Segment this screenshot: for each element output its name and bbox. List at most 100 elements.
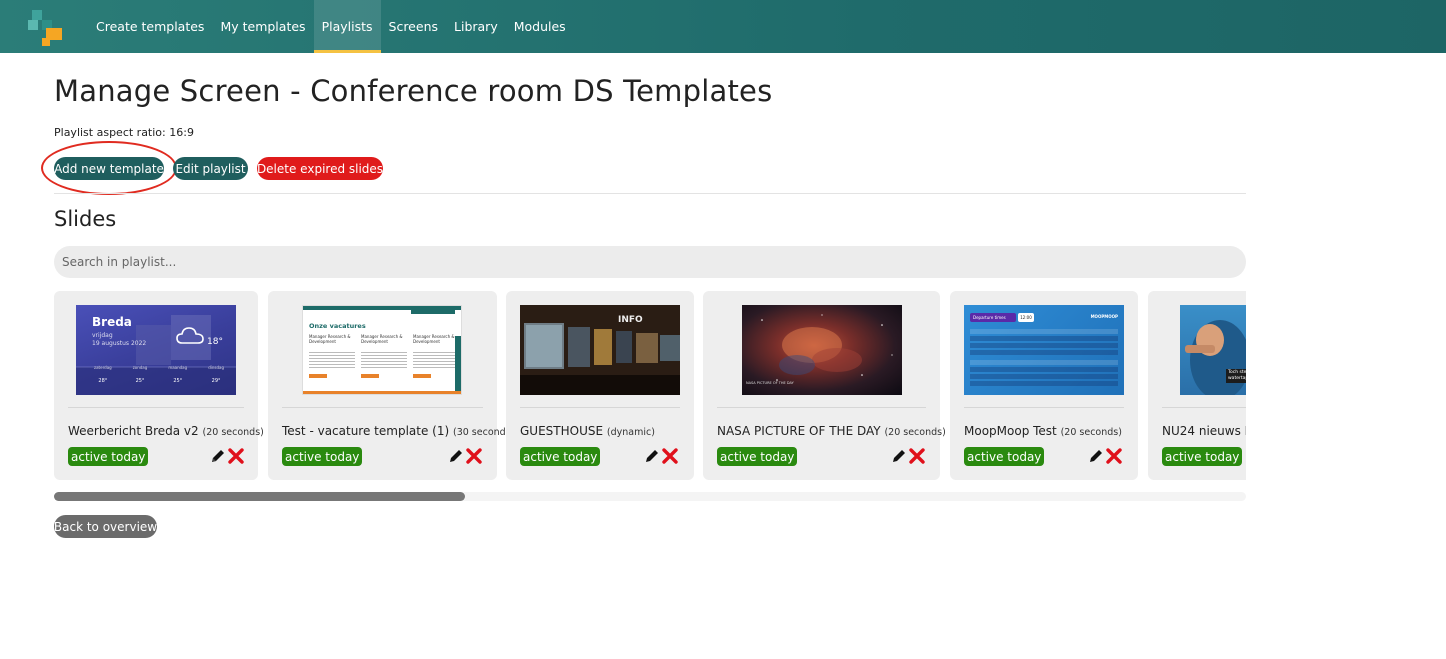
cloud-icon bbox=[176, 325, 204, 349]
slide-name: Weerbericht Breda v2 bbox=[68, 424, 199, 438]
thumb-info-sign: INFO bbox=[618, 315, 643, 325]
thumb-side-bar bbox=[455, 336, 461, 394]
card-divider bbox=[68, 407, 244, 408]
slide-title: MoopMoop Test (20 seconds) bbox=[964, 424, 1122, 438]
vacancy-column: Manager Research & Development bbox=[309, 334, 355, 378]
slide-card[interactable]: Breda vrijdag 19 augustus 2022 18° zater… bbox=[54, 291, 264, 480]
status-badge: active today bbox=[964, 447, 1045, 466]
slide-card[interactable]: Departure times 12:00 MOOPMOOP MoopMoop … bbox=[950, 291, 1138, 480]
thumb-brand: MOOPMOOP bbox=[1090, 314, 1118, 319]
forecast-day: zondag 25° bbox=[133, 365, 148, 384]
edit-playlist-button[interactable]: Edit playlist bbox=[173, 157, 248, 180]
forecast-day-temp: 25° bbox=[135, 378, 145, 384]
red-x-icon[interactable] bbox=[228, 447, 244, 465]
forecast-day-temp: 25° bbox=[173, 378, 183, 384]
forecast-day-temp: 28° bbox=[98, 378, 108, 384]
main-nav: Create templates My templates Playlists … bbox=[88, 0, 574, 53]
slide-duration: (dynamic) bbox=[606, 427, 655, 438]
forecast-day: dinsdag 29° bbox=[208, 365, 224, 384]
slide-card[interactable]: Toch steeds watertappunt NU24 nieuws D a… bbox=[1148, 291, 1246, 480]
aspect-ratio-label: Playlist aspect ratio: 16:9 bbox=[54, 126, 194, 139]
slide-duration: (20 seconds) bbox=[884, 427, 946, 438]
card-divider bbox=[964, 407, 1124, 408]
weather-temperature: 18° bbox=[207, 337, 223, 347]
section-divider bbox=[54, 193, 1246, 194]
slide-card[interactable]: INFO GUESTHOUSE (dynamic) active today bbox=[506, 291, 694, 480]
slide-duration: (20 seconds) bbox=[202, 427, 264, 438]
pencil-icon[interactable] bbox=[891, 447, 907, 465]
slide-title: NASA PICTURE OF THE DAY (20 seconds) bbox=[717, 424, 946, 438]
slide-title: NU24 nieuws D bbox=[1162, 424, 1246, 438]
nav-library[interactable]: Library bbox=[446, 0, 506, 53]
slides-heading: Slides bbox=[54, 207, 117, 231]
red-x-icon[interactable] bbox=[909, 447, 925, 465]
thumb-caption: Toch steeds watertappunt bbox=[1226, 369, 1246, 383]
slide-thumbnail[interactable]: Onze vacatures Manager Research & Develo… bbox=[302, 305, 462, 395]
vacancy-columns: Manager Research & Development Manager R… bbox=[309, 334, 459, 378]
slide-title: Test - vacature template (1) (30 seconds… bbox=[282, 424, 514, 438]
thumb-departure-header: Departure times bbox=[970, 313, 1016, 322]
thumb-time: 12:00 bbox=[1018, 313, 1034, 322]
thumb-contact-bar bbox=[411, 306, 455, 314]
forecast-day-label: zondag bbox=[132, 365, 148, 370]
slide-name: NU24 nieuws D bbox=[1162, 424, 1246, 438]
slide-card[interactable]: Onze vacatures Manager Research & Develo… bbox=[268, 291, 514, 480]
status-badge: active today bbox=[717, 447, 798, 466]
pencil-icon[interactable] bbox=[1088, 447, 1104, 465]
nav-create-templates[interactable]: Create templates bbox=[88, 0, 212, 53]
back-to-overview-button[interactable]: Back to overview bbox=[54, 515, 157, 538]
slide-card[interactable]: NASA PICTURE OF THE DAY NASA PICTURE OF … bbox=[703, 291, 946, 480]
red-x-icon[interactable] bbox=[466, 447, 482, 465]
slide-thumbnail[interactable]: NASA PICTURE OF THE DAY bbox=[742, 305, 902, 395]
top-nav-bar: Create templates My templates Playlists … bbox=[0, 0, 1446, 53]
forecast-day-label: dinsdag bbox=[208, 365, 224, 370]
status-badge: active today bbox=[282, 447, 363, 466]
forecast-day: maandag 25° bbox=[168, 365, 187, 384]
weather-forecast: zaterdag 28° zondag 25° maandag 25° dins… bbox=[94, 365, 224, 384]
status-badge: active today bbox=[1162, 447, 1243, 466]
vacancy-title: Manager Research & Development bbox=[309, 334, 351, 344]
nav-modules[interactable]: Modules bbox=[506, 0, 574, 53]
app-logo[interactable] bbox=[28, 8, 66, 46]
pencil-icon[interactable] bbox=[448, 447, 464, 465]
red-x-icon[interactable] bbox=[1106, 447, 1122, 465]
thumb-caption: NASA PICTURE OF THE DAY bbox=[746, 381, 794, 385]
slide-thumbnail[interactable]: Breda vrijdag 19 augustus 2022 18° zater… bbox=[76, 305, 236, 395]
slide-thumbnail[interactable]: Toch steeds watertappunt bbox=[1180, 305, 1246, 395]
card-divider bbox=[520, 407, 680, 408]
status-badge: active today bbox=[68, 447, 149, 466]
weather-date: 19 augustus 2022 bbox=[92, 340, 147, 347]
thumb-footer-bar bbox=[303, 391, 461, 394]
pencil-icon[interactable] bbox=[210, 447, 226, 465]
thumb-heading: Onze vacatures bbox=[309, 322, 366, 330]
carousel-scrollbar-thumb[interactable] bbox=[54, 492, 465, 501]
forecast-day-label: maandag bbox=[168, 365, 188, 370]
nav-playlists[interactable]: Playlists bbox=[313, 0, 381, 53]
delete-expired-slides-button[interactable]: Delete expired slides bbox=[257, 157, 383, 180]
red-x-icon[interactable] bbox=[662, 447, 678, 465]
status-badge: active today bbox=[520, 447, 601, 466]
departure-rows bbox=[970, 329, 1118, 386]
card-divider bbox=[282, 407, 483, 408]
add-new-template-button[interactable]: Add new template bbox=[54, 157, 164, 180]
slide-name: MoopMoop Test bbox=[964, 424, 1057, 438]
nav-screens[interactable]: Screens bbox=[381, 0, 447, 53]
slide-title: GUESTHOUSE (dynamic) bbox=[520, 424, 655, 438]
forecast-day: zaterdag 28° bbox=[94, 365, 112, 384]
slide-thumbnail[interactable]: INFO bbox=[520, 305, 680, 395]
slide-title: Weerbericht Breda v2 (20 seconds) bbox=[68, 424, 264, 438]
weather-day: vrijdag bbox=[92, 332, 113, 339]
slide-thumbnail[interactable]: Departure times 12:00 MOOPMOOP bbox=[964, 305, 1124, 395]
nav-my-templates[interactable]: My templates bbox=[212, 0, 313, 53]
forecast-day-label: zaterdag bbox=[94, 365, 112, 370]
card-divider bbox=[717, 407, 926, 408]
forecast-day-temp: 29° bbox=[211, 378, 221, 384]
weather-city: Breda bbox=[92, 315, 132, 329]
search-input[interactable] bbox=[54, 246, 1246, 278]
vacancy-column: Manager Research & Development bbox=[361, 334, 407, 378]
vacancy-title: Manager Research & Development bbox=[413, 334, 455, 344]
pencil-icon[interactable] bbox=[644, 447, 660, 465]
card-divider bbox=[1162, 407, 1246, 408]
vacancy-title: Manager Research & Development bbox=[361, 334, 403, 344]
slides-carousel[interactable]: Breda vrijdag 19 augustus 2022 18° zater… bbox=[54, 291, 1246, 481]
